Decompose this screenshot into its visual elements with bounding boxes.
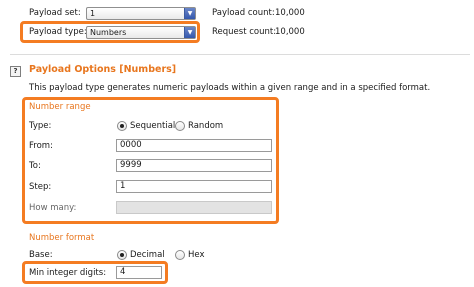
request-count-label: Request count: (212, 27, 277, 37)
payload-type-value: Numbers (90, 28, 127, 37)
payload-count-value: 10,000 (275, 8, 305, 18)
min-integer-label: Min integer digits: (29, 268, 107, 278)
chevron-down-icon: ▼ (184, 8, 195, 19)
from-label: From: (29, 141, 53, 151)
to-label: To: (29, 161, 41, 171)
payload-options-description: This payload type generates numeric payl… (29, 83, 431, 93)
base-label: Base: (29, 250, 53, 260)
payload-set-select[interactable]: 1 ▼ (86, 7, 196, 20)
request-count-value: 10,000 (275, 27, 305, 37)
payload-type-select[interactable]: Numbers ▼ (86, 26, 196, 39)
payload-type-label: Payload type: (29, 27, 87, 37)
payload-count-label: Payload count: (212, 8, 275, 18)
min-integer-input[interactable]: 4 (116, 266, 162, 279)
how-many-input (116, 201, 272, 214)
step-label: Step: (29, 182, 52, 192)
payload-set-value: 1 (90, 9, 96, 18)
number-range-title: Number range (29, 102, 91, 112)
sequential-radio[interactable] (117, 121, 127, 131)
chevron-down-icon: ▼ (184, 27, 195, 38)
random-radio[interactable] (175, 121, 185, 131)
divider (10, 54, 470, 55)
type-label: Type: (29, 121, 52, 131)
hex-label: Hex (188, 250, 205, 260)
step-input[interactable]: 1 (116, 180, 272, 193)
decimal-radio[interactable] (117, 250, 127, 260)
number-format-title: Number format (29, 233, 95, 243)
how-many-label: How many: (29, 203, 77, 213)
sequential-label: Sequential (130, 121, 176, 131)
decimal-label: Decimal (130, 250, 165, 260)
payload-options-title: Payload Options [Numbers] (29, 64, 177, 75)
from-input[interactable]: 0000 (116, 139, 272, 152)
help-icon[interactable]: ? (10, 66, 21, 77)
random-label: Random (188, 121, 224, 131)
payload-set-label: Payload set: (29, 8, 81, 18)
hex-radio[interactable] (175, 250, 185, 260)
to-input[interactable]: 9999 (116, 159, 272, 172)
